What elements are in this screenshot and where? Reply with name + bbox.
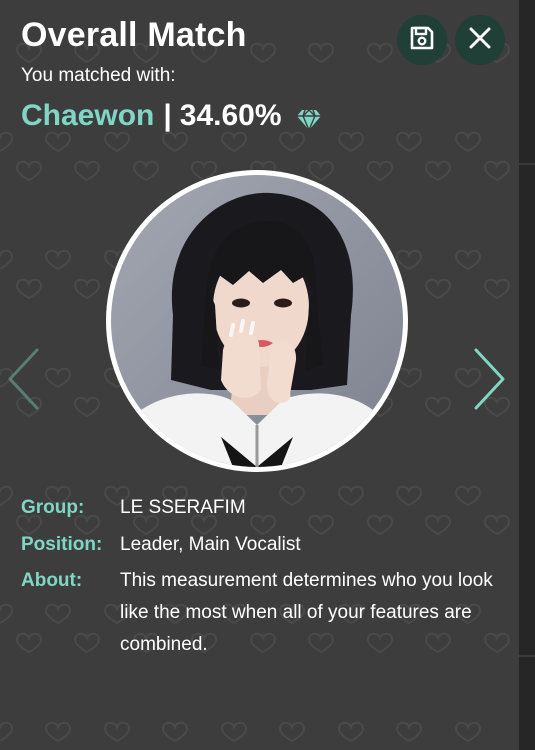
heart-pattern-icon xyxy=(278,721,306,743)
heart-pattern-icon xyxy=(44,721,72,743)
heart-pattern-icon xyxy=(44,249,72,271)
heart-pattern-icon xyxy=(73,160,101,182)
match-separator: | xyxy=(163,99,172,132)
heart-pattern-icon xyxy=(454,249,482,271)
heart-pattern-icon xyxy=(44,603,72,625)
match-result-panel: Overall Match You matched with: Chaewon … xyxy=(0,0,519,750)
match-percentage: 34.60% xyxy=(179,99,282,132)
page-title: Overall Match xyxy=(21,16,247,54)
heart-pattern-icon xyxy=(0,721,14,743)
heart-pattern-icon xyxy=(424,160,452,182)
about-value: This measurement determines who you look… xyxy=(120,570,493,655)
heart-pattern-icon xyxy=(73,278,101,300)
heart-pattern-icon xyxy=(483,278,511,300)
heart-pattern-icon xyxy=(0,249,14,271)
heart-pattern-icon xyxy=(395,131,423,153)
match-subtitle: You matched with: xyxy=(21,65,176,86)
heart-pattern-icon xyxy=(454,131,482,153)
heart-pattern-icon xyxy=(161,131,189,153)
position-label: Position: xyxy=(21,534,103,555)
heart-pattern-icon xyxy=(44,131,72,153)
next-match-button[interactable] xyxy=(473,348,507,410)
close-button[interactable] xyxy=(455,15,505,65)
chevron-right-icon xyxy=(473,348,507,414)
chevron-left-icon xyxy=(6,348,40,414)
heart-pattern-icon xyxy=(15,160,43,182)
heart-pattern-icon xyxy=(424,278,452,300)
heart-pattern-icon xyxy=(103,721,131,743)
heart-pattern-icon xyxy=(73,632,101,654)
group-label: Group: xyxy=(21,497,85,518)
heart-pattern-icon xyxy=(0,131,14,153)
diamond-icon xyxy=(296,105,322,131)
heart-pattern-icon xyxy=(337,131,365,153)
save-icon xyxy=(408,24,436,57)
heart-pattern-icon xyxy=(395,721,423,743)
avatar xyxy=(106,170,408,472)
group-value: LE SSERAFIM xyxy=(120,497,246,518)
heart-pattern-icon xyxy=(0,603,14,625)
heart-pattern-icon xyxy=(337,721,365,743)
heart-pattern-icon xyxy=(249,42,277,64)
heart-pattern-icon xyxy=(366,42,394,64)
heart-pattern-icon xyxy=(0,485,14,507)
background-divider xyxy=(519,163,535,165)
heart-pattern-icon xyxy=(15,632,43,654)
match-result-line: Chaewon | 34.60% xyxy=(21,99,322,133)
heart-pattern-icon xyxy=(278,131,306,153)
heart-pattern-icon xyxy=(220,721,248,743)
heart-pattern-icon xyxy=(161,721,189,743)
previous-match-button[interactable] xyxy=(6,348,40,410)
about-label: About: xyxy=(21,570,83,591)
position-value: Leader, Main Vocalist xyxy=(120,534,301,555)
background-divider xyxy=(519,655,535,657)
heart-pattern-icon xyxy=(483,160,511,182)
heart-pattern-icon xyxy=(73,396,101,418)
heart-pattern-icon xyxy=(307,42,335,64)
heart-pattern-icon xyxy=(220,131,248,153)
heart-pattern-icon xyxy=(454,721,482,743)
background-page-edge xyxy=(519,0,535,750)
match-name: Chaewon xyxy=(21,99,155,132)
save-button[interactable] xyxy=(397,15,447,65)
heart-pattern-icon xyxy=(15,278,43,300)
close-icon xyxy=(467,25,493,56)
heart-pattern-icon xyxy=(424,396,452,418)
profile-photo xyxy=(111,175,403,467)
heart-pattern-icon xyxy=(44,367,72,389)
heart-pattern-icon xyxy=(103,131,131,153)
